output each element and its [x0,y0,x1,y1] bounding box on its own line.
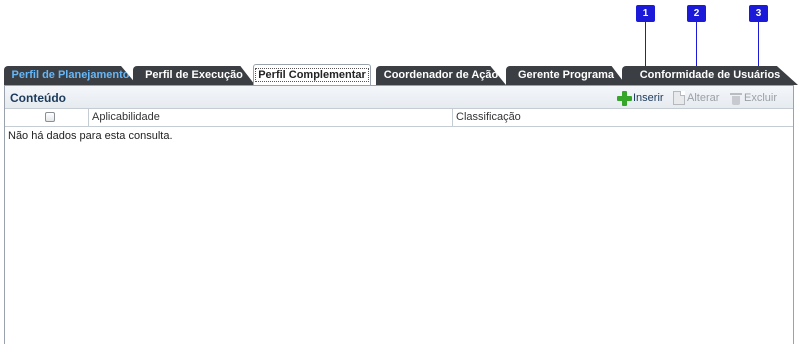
trash-icon [730,92,742,105]
panel-header: Conteúdo Inserir Alterar Excluir [5,86,793,109]
tab-perfil-planejamento[interactable]: Perfil de Planejamento [4,66,137,85]
select-all-checkbox[interactable] [45,112,55,122]
tab-strip: Perfil de Planejamento Perfil de Execuçã… [0,64,800,85]
select-all-column [5,109,89,126]
empty-table-message: Não há dados para esta consulta. [8,130,173,142]
document-icon [673,91,685,105]
tab-conformidade-usuarios[interactable]: Conformidade de Usuários [622,66,798,85]
content-panel: Conteúdo Inserir Alterar Excluir Aplicab… [4,85,794,344]
tab-perfil-execucao[interactable]: Perfil de Execução [133,66,255,85]
alter-label: Alterar [687,92,720,104]
callout-marker-2: 2 [687,5,706,22]
callout-marker-3: 3 [749,5,768,22]
insert-label: Inserir [633,92,664,104]
callout-marker-1: 1 [636,5,655,22]
tab-perfil-complementar[interactable]: Perfil Complementar [253,64,371,85]
delete-button[interactable]: Excluir [730,90,777,106]
table-header: Aplicabilidade Classificação [5,109,793,127]
alter-button[interactable]: Alterar [673,90,719,106]
column-header-aplicabilidade[interactable]: Aplicabilidade [90,109,453,126]
insert-button[interactable]: Inserir [617,90,664,106]
panel-title: Conteúdo [10,91,66,105]
plus-icon [617,91,632,106]
delete-label: Excluir [744,92,778,104]
tab-coordenador-acao[interactable]: Coordenador de Ação [376,66,506,85]
tab-perfil-complementar-label: Perfil Complementar [255,68,369,82]
tab-gerente-programa[interactable]: Gerente Programa [506,66,626,85]
column-header-classificacao[interactable]: Classificação [454,109,793,126]
